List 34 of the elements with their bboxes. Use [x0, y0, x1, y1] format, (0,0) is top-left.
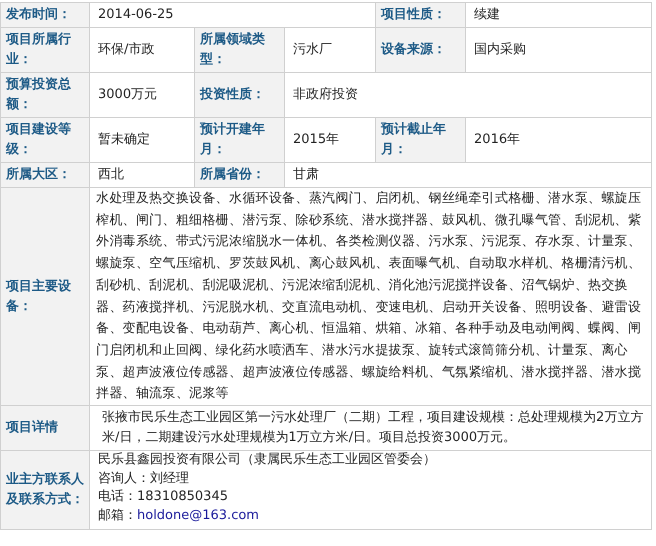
field-label: 项目主要设备：	[0, 188, 90, 406]
field-value: 3000万元	[90, 72, 194, 118]
field-label: 预计截止年月：	[376, 118, 466, 162]
field-value: 甘肃	[284, 162, 652, 188]
contact-line: 民乐县鑫园投资有限公司（隶属民乐生态工业园区管委会）	[98, 452, 436, 468]
field-label: 预算投资总额：	[0, 72, 90, 118]
field-value: 续建	[466, 2, 652, 28]
field-value: 2016年	[466, 118, 652, 162]
field-value: 非政府投资	[284, 72, 652, 118]
field-value: 暂未确定	[90, 118, 194, 162]
email-link[interactable]: holdone@163.com	[137, 508, 259, 523]
field-value: 水处理及热交换设备、水循环设备、蒸汽阀门、启闭机、钢丝绳牵引式格栅、潜水泵、螺旋压榨机、闸门、粗细格栅、潜污泵、除砂系统、潜水搅拌器、鼓风机、微孔曝气管、刮泥机、紫外消毒系统、带式污泥浓缩脱水一体机、各类检测仪器、污水泵、污泥泵、存水泵、计量泵、螺旋泵、空气压缩机、罗茨鼓风机、离心鼓风机、表面曝气机、自动取水样机、格栅清污机、刮砂机、刮泥机、刮泥吸泥机、污泥浓缩刮泥机、消化池污泥搅拌设备、沼气锅炉、热交换器、药液搅拌机、污泥脱水机、交直流电动机、变速电机、启动开关设备、照明设备、避雷设备、变配电设备、电动葫芦、离心机、恒温箱、烘箱、冰箱、各种手动及电动闸阀、蝶阀、闸门启闭机和止回阀、绿化药水喷洒车、潜水污水提拔泵、旋转式滚筒筛分机、计量泵、离心泵、超声波液位传感器、超声波液位传感器、螺旋给料机、气氛紧缩机、潜水搅拌器、潜水搅拌器、轴流泵、泥浆等	[90, 188, 652, 406]
contact-line: 咨询人：刘经理	[98, 470, 189, 486]
field-label: 项目建设等级：	[0, 118, 90, 162]
contact-line: 电话：18310850345	[98, 489, 228, 504]
field-label: 投资性质：	[194, 72, 284, 118]
field-label: 项目性质：	[376, 2, 466, 28]
field-label: 设备来源：	[376, 28, 466, 72]
field-value: 2014-06-25	[90, 2, 376, 28]
field-label: 发布时间：	[0, 2, 90, 28]
field-label: 所属省份：	[194, 162, 284, 188]
field-label: 所属大区：	[0, 162, 90, 188]
field-value: 污水厂	[284, 28, 376, 72]
field-value: 国内采购	[466, 28, 652, 72]
field-label: 业主方联系人及联系方式：	[0, 450, 90, 530]
field-value: 2015年	[284, 118, 376, 162]
field-label: 项目详情	[0, 406, 90, 451]
field-value: 张掖市民乐生态工业园区第一污水处理厂（二期）工程，项目建设规模：总处理规模为2万立方米/日，二期建设污水处理规模为1万立方米/日。项目总投资3000万元。	[90, 406, 652, 451]
field-value: 环保/市政	[90, 28, 194, 72]
field-label: 项目所属行业：	[0, 28, 90, 72]
email-label: 邮箱：	[98, 508, 137, 523]
field-label: 所属领域类型：	[194, 28, 284, 72]
field-value: 西北	[90, 162, 194, 188]
field-label: 预计开建年月：	[194, 118, 284, 162]
